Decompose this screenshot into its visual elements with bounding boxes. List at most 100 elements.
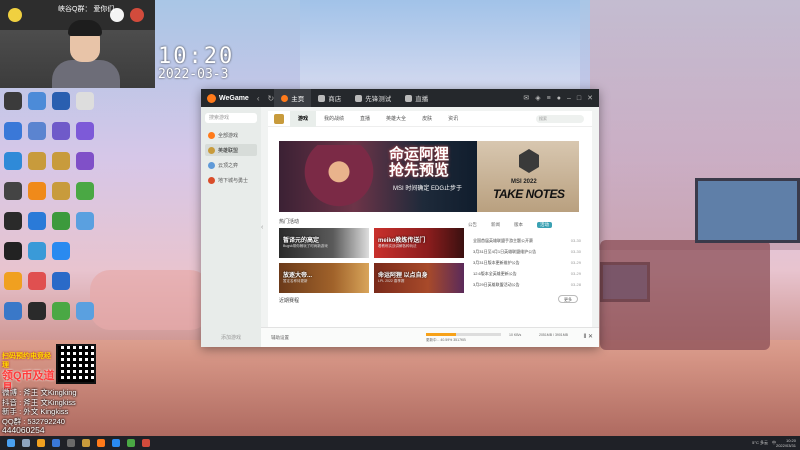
game-tab[interactable]: 我的战绩 bbox=[316, 111, 352, 127]
taskbar-app-icon[interactable] bbox=[22, 439, 30, 447]
wegame-titlebar: WeGame ‹ ↻ 主页 商店 先锋测试 直播 ✉ ◈ ≡ ● – □ ✕ bbox=[201, 89, 599, 107]
app-icon[interactable] bbox=[76, 122, 94, 140]
overlay-line: 新手 : 外文 Kingkiss bbox=[2, 407, 69, 416]
more-button[interactable]: 更多 bbox=[558, 295, 578, 303]
wegame-sidebar: 搜索游戏 全部游戏 英雄联盟 云顶之弈 地下城与勇士 添加游戏 bbox=[201, 107, 261, 347]
video-card[interactable]: 暂译元的高定 Bugsk带你畅玩了时尚新游戏 bbox=[279, 228, 369, 258]
taskbar-app-icon[interactable] bbox=[142, 439, 150, 447]
tab-live[interactable]: 直播 bbox=[398, 89, 435, 107]
sidebar-item-tft[interactable]: 云顶之弈 bbox=[205, 159, 257, 171]
video-card[interactable]: 放逐大帝... 暂定名称待更新 bbox=[279, 263, 369, 293]
app-icon[interactable] bbox=[28, 182, 46, 200]
taskbar-app-icon[interactable] bbox=[67, 439, 75, 447]
list-item[interactable]: 3月31日版本更新维护公告 03-29 bbox=[473, 257, 581, 268]
taskbar-app-icon[interactable] bbox=[37, 439, 45, 447]
home-icon bbox=[281, 94, 289, 102]
app-icon[interactable] bbox=[76, 182, 94, 200]
overlay-line: 微博 : 斧王 文Kingking bbox=[2, 388, 77, 397]
video-card[interactable]: 命运阿狸 以点自身 LPL 2022 春季赛 bbox=[374, 263, 464, 293]
msi-logo-icon bbox=[519, 149, 539, 173]
stream-overlay: 扫码预约电竞经理 领Q币及道具 微博 : 斧王 文Kingking 抖音 : 斧… bbox=[0, 340, 150, 444]
taskbar-app-icon[interactable] bbox=[97, 439, 105, 447]
app-icon[interactable] bbox=[52, 182, 70, 200]
game-tab[interactable]: 资讯 bbox=[440, 111, 466, 127]
pause-icon[interactable]: Ⅱ ✕ bbox=[583, 333, 593, 340]
refresh-icon[interactable]: ↻ bbox=[268, 94, 275, 103]
assist-settings-button[interactable]: 辅助设置 bbox=[271, 335, 289, 341]
app-icon[interactable] bbox=[76, 212, 94, 230]
app-icon[interactable] bbox=[28, 242, 46, 260]
app-icon[interactable] bbox=[4, 152, 22, 170]
app-icon[interactable] bbox=[52, 122, 70, 140]
sidebar-item-all-games[interactable]: 全部游戏 bbox=[205, 129, 257, 141]
taskbar-app-icon[interactable] bbox=[82, 439, 90, 447]
test-icon bbox=[355, 94, 363, 102]
news-tab[interactable]: 版本 bbox=[514, 222, 523, 228]
video-card[interactable]: meiko教练传送门 看教练实战讲解各种玩法 bbox=[374, 228, 464, 258]
app-icon[interactable] bbox=[52, 242, 70, 260]
wegame-main: 游戏 我的战绩 直播 英雄大全 皮肤 资讯 搜索 命运阿狸 抢先预览 MSI 时… bbox=[268, 110, 592, 336]
add-game-button[interactable]: 添加游戏 bbox=[221, 334, 241, 341]
taskbar-app-icon[interactable] bbox=[52, 439, 60, 447]
sidebar-item-dnf[interactable]: 地下城与勇士 bbox=[205, 174, 257, 186]
tab-store[interactable]: 商店 bbox=[311, 89, 348, 107]
menu-icon[interactable]: ≡ bbox=[547, 95, 551, 102]
taskbar-app-icon[interactable] bbox=[112, 439, 120, 447]
app-icon[interactable] bbox=[52, 302, 70, 320]
maximize-icon[interactable]: □ bbox=[577, 95, 581, 102]
taskbar-clock[interactable]: 10:20 2022/03/31 bbox=[776, 438, 796, 448]
wegame-logo-icon bbox=[207, 93, 216, 103]
promo-banner[interactable]: 命运阿狸 抢先预览 MSI 时间确定 EDG止步于 MSI 2022 TAKE … bbox=[279, 141, 579, 212]
app-icon[interactable] bbox=[52, 212, 70, 230]
app-icon[interactable] bbox=[4, 212, 22, 230]
app-icon[interactable] bbox=[4, 122, 22, 140]
collapse-sidebar-icon[interactable]: ‹ bbox=[261, 224, 263, 231]
game-icon bbox=[208, 131, 215, 139]
app-icon[interactable] bbox=[28, 152, 46, 170]
app-icon[interactable] bbox=[76, 92, 94, 110]
close-icon[interactable]: ✕ bbox=[587, 94, 593, 102]
app-icon[interactable] bbox=[28, 122, 46, 140]
app-icon[interactable] bbox=[28, 272, 46, 290]
tab-pioneer-test[interactable]: 先锋测试 bbox=[348, 89, 398, 107]
news-tab[interactable]: 公告 bbox=[468, 222, 477, 228]
app-icon[interactable] bbox=[4, 302, 22, 320]
clock-time: 10:20 bbox=[158, 44, 235, 69]
app-icon[interactable] bbox=[4, 242, 22, 260]
app-icon[interactable] bbox=[52, 92, 70, 110]
app-icon[interactable] bbox=[28, 92, 46, 110]
app-icon[interactable] bbox=[4, 92, 22, 110]
game-content-search[interactable]: 搜索 bbox=[536, 114, 584, 123]
weather-text[interactable]: 5°C 多云 bbox=[752, 440, 768, 446]
app-icon[interactable] bbox=[28, 212, 46, 230]
app-icon[interactable] bbox=[52, 272, 70, 290]
list-item[interactable]: 全国首届英雄联盟手游主题公开赛 03-30 bbox=[473, 235, 581, 246]
app-icon[interactable] bbox=[28, 302, 46, 320]
game-tab[interactable]: 直播 bbox=[352, 111, 378, 127]
app-icon[interactable] bbox=[4, 272, 22, 290]
app-icon[interactable] bbox=[76, 152, 94, 170]
gift-icon[interactable]: ◈ bbox=[535, 94, 540, 102]
game-search-input[interactable]: 搜索游戏 bbox=[205, 113, 257, 123]
background-sofa bbox=[90, 270, 210, 330]
sidebar-item-lol[interactable]: 英雄联盟 bbox=[205, 144, 257, 156]
news-tab[interactable]: 活动 bbox=[537, 222, 552, 228]
app-icon[interactable] bbox=[4, 182, 22, 200]
avatar[interactable]: ● bbox=[557, 95, 561, 102]
game-tab[interactable]: 游戏 bbox=[290, 110, 317, 127]
minimize-icon[interactable]: – bbox=[567, 95, 571, 102]
app-icon[interactable] bbox=[76, 302, 94, 320]
list-item[interactable]: 3月29日英雄联盟活动公告 03-28 bbox=[473, 279, 581, 290]
news-tab[interactable]: 新闻 bbox=[491, 222, 500, 228]
game-tab[interactable]: 英雄大全 bbox=[378, 111, 414, 127]
game-tab[interactable]: 皮肤 bbox=[414, 111, 440, 127]
list-item[interactable]: 12.6版本全英雄更新公告 03-29 bbox=[473, 268, 581, 279]
back-icon[interactable]: ‹ bbox=[257, 94, 260, 103]
tab-home[interactable]: 主页 bbox=[274, 89, 312, 107]
message-icon[interactable]: ✉ bbox=[523, 94, 529, 102]
taskbar-app-icon[interactable] bbox=[127, 439, 135, 447]
start-icon[interactable] bbox=[7, 439, 15, 447]
background-monitor bbox=[695, 178, 800, 243]
app-icon[interactable] bbox=[52, 152, 70, 170]
list-item[interactable]: 3月31日至4月1日英雄联盟维护公告 03-30 bbox=[473, 246, 581, 257]
